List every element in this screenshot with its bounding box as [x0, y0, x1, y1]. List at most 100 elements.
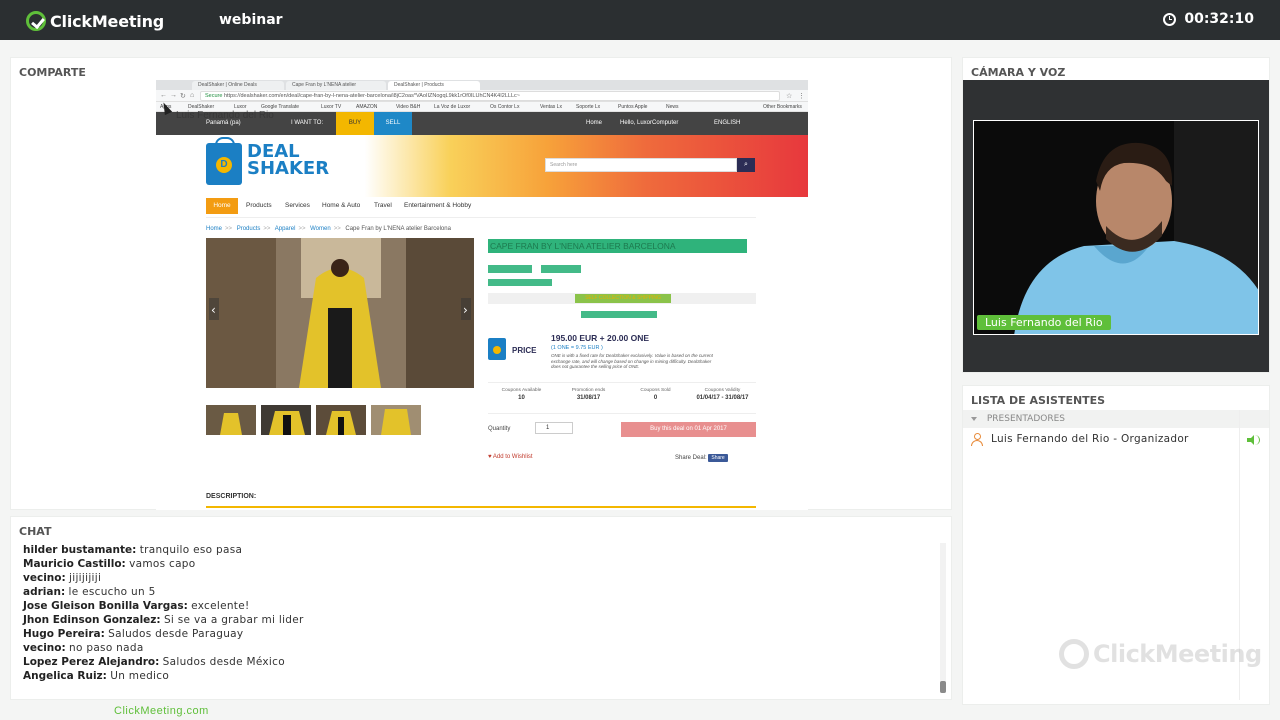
- brand-name: ClickMeeting: [50, 11, 165, 31]
- add-to-wishlist-link: ♥ Add to Wishlist: [488, 454, 533, 460]
- category-item: Products: [246, 202, 272, 209]
- share-panel-title: COMPARTE: [19, 66, 86, 79]
- chat-message: Jhon Edinson Gonzalez: Si se va a grabar…: [23, 613, 923, 627]
- breadcrumb-current: Cape Fran by L'NENA atelier Barcelona: [345, 226, 451, 232]
- bookmark: La Voz de Luxor: [434, 104, 471, 110]
- site-sell-button: SELL: [374, 112, 412, 135]
- bookmark: Soporte Lx: [576, 104, 601, 110]
- chat-text: le escucho un 5: [68, 586, 156, 598]
- presenters-section-toggle[interactable]: PRESENTADORES: [963, 410, 1269, 428]
- chat-message: Mauricio Castillo: vamos capo: [23, 557, 923, 571]
- presenter-name-tag: Luis Fernando del Rio: [977, 315, 1111, 330]
- chat-message: adrian: le escucho un 5: [23, 585, 923, 599]
- product-thumbnail: [316, 405, 366, 435]
- presenter-video-frame: [974, 121, 1258, 334]
- chat-message: Angelica Ruiz: Un medico: [23, 669, 923, 683]
- chat-author: vecino:: [23, 642, 66, 654]
- clickmeeting-check-icon: [26, 11, 46, 31]
- chat-scrollbar-thumb[interactable]: [940, 681, 946, 693]
- attendee-name: Luis Fernando del Rio - Organizador: [991, 433, 1189, 445]
- price-bag-icon: [488, 338, 506, 360]
- dealshaker-logo: DEAL SHAKER: [206, 137, 329, 185]
- screen-share-panel: COMPARTE DealShaker | Online Deals Cape …: [10, 57, 952, 510]
- forward-arrow-icon: →: [170, 92, 177, 99]
- camera-panel: CÁMARA Y VOZ Luis Fernando del Rio: [962, 57, 1270, 373]
- clickmeeting-footer-link[interactable]: ClickMeeting.com: [114, 705, 209, 717]
- browser-tab: DealShaker | Online Deals: [192, 81, 284, 90]
- chat-author: hilder bustamante:: [23, 544, 137, 556]
- chat-text: tranquilo eso pasa: [139, 544, 243, 556]
- url-text: https://dealshaker.com/en/deal/cape-fran…: [223, 93, 520, 99]
- chat-messages: hilder bustamante: tranquilo eso pasa Ma…: [23, 543, 923, 683]
- product-thumbnail: [371, 405, 421, 435]
- clock-icon: [1163, 12, 1177, 26]
- bookmark: News: [666, 104, 679, 110]
- price-label: PRICE: [512, 346, 537, 355]
- product-image: ‹ ›: [206, 238, 474, 388]
- star-icon: ☆: [786, 93, 793, 100]
- attendee-row[interactable]: Luis Fernando del Rio - Organizador: [963, 430, 1269, 450]
- highlight-bar: [541, 265, 581, 273]
- chat-text: Un medico: [110, 670, 170, 682]
- speaker-waves-icon: [1255, 435, 1260, 445]
- site-user-menu: Hello, LuxorComputer: [620, 120, 679, 126]
- product-thumbnails: [206, 405, 421, 435]
- site-search-input: Search here: [545, 158, 737, 172]
- bookmark: Other Bookmarks: [763, 104, 802, 110]
- shopping-bag-icon: [206, 137, 242, 185]
- browser-tabs: DealShaker | Online Deals Cape Fran by L…: [156, 80, 808, 90]
- site-language-selector: ENGLISH: [714, 120, 741, 126]
- chat-author: Jose Gleison Bonilla Vargas:: [23, 600, 188, 612]
- stat-value: 31/08/17: [576, 395, 601, 401]
- chat-message: vecino: jijijijiji: [23, 571, 923, 585]
- highlight-bar: [488, 265, 532, 273]
- clickmeeting-logo: ClickMeeting: [26, 10, 164, 32]
- chat-message: Lopez Perez Alejandro: Saludos desde Méx…: [23, 655, 923, 669]
- divider: [206, 217, 756, 218]
- collapse-arrow-icon: [971, 416, 977, 421]
- stat-cell: Coupons Available 10: [488, 388, 555, 401]
- stat-label: Coupons Sold: [640, 388, 671, 393]
- shared-screen: DealShaker | Online Deals Cape Fran by L…: [156, 80, 808, 510]
- room-title: webinar: [219, 12, 283, 28]
- stat-label: Coupons Available: [501, 388, 542, 393]
- chat-text: excelente!: [191, 600, 250, 612]
- stat-value: 01/04/17 - 31/08/17: [696, 395, 749, 401]
- chat-panel: CHAT hilder bustamante: tranquilo eso pa…: [10, 516, 952, 700]
- highlight-bar: [581, 311, 657, 318]
- site-breadcrumb: Home >> Products >> Apparel >> Women >> Cape…: [206, 226, 451, 232]
- presenter-name-overlay: Luis Fernando del Rio: [176, 110, 274, 121]
- clickmeeting-watermark: ClickMeeting: [1059, 639, 1262, 669]
- heart-icon: ♥: [488, 454, 492, 460]
- stat-cell: Promotion ends 31/08/17: [555, 388, 622, 401]
- chat-text: jijijijiji: [69, 572, 102, 584]
- chat-author: Lopez Perez Alejandro:: [23, 656, 160, 668]
- price-note: ONE is with a fixed rate for DealShaker …: [551, 353, 713, 369]
- breadcrumb-item: Home: [206, 226, 223, 232]
- wishlist-label: Add to Wishlist: [492, 454, 533, 460]
- chat-panel-title: CHAT: [19, 525, 52, 538]
- chat-author: Angelica Ruiz:: [23, 670, 107, 682]
- browser-tab: Cape Fran by L'NENA atelier: [286, 81, 386, 90]
- category-item: Entertainment & Hobby: [404, 202, 472, 209]
- presenter-video[interactable]: Luis Fernando del Rio: [973, 120, 1259, 335]
- product-title: CAPE FRAN BY L'NENA ATELIER BARCELONA: [488, 239, 747, 253]
- breadcrumb-item: Women: [310, 226, 331, 232]
- highlight-bar: [488, 279, 552, 286]
- browser-address-row: ← → ↻ ⌂ Secure https://dealshaker.com/en…: [156, 90, 808, 102]
- quantity-input: 1: [535, 422, 573, 434]
- bookmark: Luxor TV: [321, 104, 342, 110]
- svg-text:‹: ‹: [211, 303, 216, 317]
- top-bar: ClickMeeting webinar 00:32:10: [0, 0, 1280, 40]
- share-deal-label: Share Deal:: [675, 455, 707, 461]
- chat-text: no paso nada: [69, 642, 144, 654]
- chat-message: Hugo Pereira: Saludos desde Paraguay: [23, 627, 923, 641]
- chat-text: Saludos desde México: [162, 656, 285, 668]
- search-icon: ⌕: [737, 158, 755, 172]
- chat-scrollbar[interactable]: [940, 543, 946, 693]
- site-buy-button: BUY: [336, 112, 374, 135]
- bookmark: AMAZON: [356, 104, 378, 110]
- description-heading: DESCRIPTION:: [206, 493, 257, 500]
- coupon-stats: Coupons Available 10 Promotion ends 31/0…: [488, 382, 756, 414]
- stat-value: 10: [518, 395, 525, 401]
